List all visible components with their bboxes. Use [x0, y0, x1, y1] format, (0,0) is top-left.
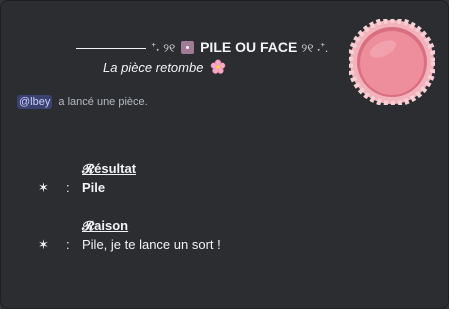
title-decor-right: ୨୧ ˖⁺.	[301, 41, 329, 55]
embed-title: ⁺˖ ୨୧ PILE OU FACE ୨୧ ˖⁺.	[61, 39, 343, 56]
cherry-blossom-icon	[210, 59, 226, 74]
coin-flip-embed: ⁺˖ ୨୧ PILE OU FACE ୨୧ ˖⁺. La pièce retom…	[0, 0, 449, 309]
field-reason-row: ✶: Pile, je te lance un sort !	[38, 237, 221, 253]
embed-subtitle: La pièce retombe	[103, 59, 226, 75]
field-separator: :	[66, 180, 70, 195]
title-decor-left: ⁺˖ ୨୧	[151, 41, 176, 55]
field-result-row: ✶: Pile	[38, 180, 105, 196]
title-text: PILE OU FACE	[200, 39, 298, 55]
field-reason-value: Pile, je te lance un sort !	[82, 237, 221, 252]
die-icon	[181, 41, 195, 54]
field-separator: :	[66, 237, 70, 252]
pink-coin-icon	[349, 19, 435, 105]
subtitle-text: La pièce retombe	[103, 60, 204, 75]
star-bullet-icon: ✶	[38, 237, 49, 252]
action-text: a lancé une pièce.	[58, 96, 148, 108]
action-line: @lbey a lancé une pièce.	[17, 95, 148, 109]
field-reason-name: 𝓡aison	[82, 218, 129, 233]
user-mention[interactable]: @lbey	[17, 95, 53, 109]
field-result-value: Pile	[82, 180, 106, 195]
star-bullet-icon: ✶	[38, 180, 49, 195]
title-divider-line	[75, 47, 146, 49]
field-result-name: 𝓡ésultat	[82, 161, 137, 176]
